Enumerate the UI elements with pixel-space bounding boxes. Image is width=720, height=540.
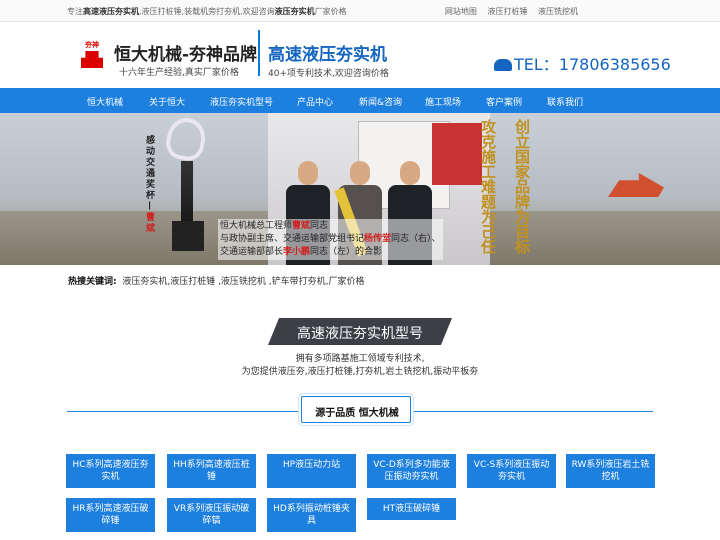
- caption-name-3: 李小鹏: [283, 247, 311, 257]
- trophy-icon: [163, 115, 209, 163]
- intro-bold-2: 液压夯实机: [274, 7, 315, 16]
- intro-mid: ,液压打桩锤,装载机旁打夯机,欢迎咨询: [139, 7, 275, 16]
- slogan-title: 高速液压夯实机: [268, 45, 387, 65]
- nav-home[interactable]: 恒大机械: [87, 95, 123, 108]
- section-desc-1: 拥有多项路基施工领域专利技术,: [295, 354, 425, 364]
- category-hd[interactable]: HD系列振动桩锤夹具: [267, 498, 356, 532]
- caption-line-1c: 同志: [310, 221, 329, 231]
- banner-red-panel: [432, 123, 482, 185]
- logo-icon: [81, 51, 103, 68]
- caption-line-2a: 与政协副主席、交通运输部党组书记: [220, 234, 365, 244]
- category-vr[interactable]: VR系列液压振动破碎镐: [167, 498, 256, 532]
- phone-icon: [494, 59, 512, 71]
- category-vcs[interactable]: VC-S系列液压振动夯实机: [467, 454, 556, 488]
- hot-keywords: 热搜关键词: 液压夯实机,液压打桩锤 ,液压铣挖机 ,铲车带打夯机,厂家价格: [68, 274, 365, 287]
- award-text-b: 曹斌: [144, 212, 154, 234]
- logo[interactable]: 夯神: [78, 40, 106, 68]
- top-intro: 专注高速液压夯实机,液压打桩锤,装载机旁打夯机,欢迎咨询液压夯实机厂家价格: [67, 6, 347, 17]
- nav-products[interactable]: 产品中心: [297, 95, 333, 108]
- section-description: 拥有多项路基施工领域专利技术, 为您提供液压夯,液压打桩锤,打夯机,岩土铣挖机,…: [200, 353, 520, 379]
- caption-name-2: 杨传堂: [364, 234, 392, 244]
- caption-line-3a: 交通运输部部长: [220, 247, 284, 257]
- award-text-a: 感动交通奖杯—: [144, 135, 154, 212]
- phone: TEL：17806385656: [494, 51, 671, 75]
- caption-line-3c: 同志（左）的合影: [310, 247, 383, 257]
- nav-news[interactable]: 新闻&咨询: [359, 95, 402, 108]
- phone-number: 17806385656: [558, 55, 671, 74]
- section-title: 高速液压夯实机型号: [297, 326, 423, 342]
- main-nav: 恒大机械 关于恒大 液压夯实机型号 产品中心 新闻&咨询 施工现场 客户案例 联…: [0, 88, 720, 113]
- hot-text[interactable]: 液压夯实机,液压打桩锤 ,液压铣挖机 ,铲车带打夯机,厂家价格: [122, 277, 364, 287]
- brand-subtitle: 十六年生产经验,真实厂家价格: [119, 68, 239, 78]
- hero-banner[interactable]: 感动交通奖杯—曹斌 恒大机械总工程师曹斌同志 与政协副主席、交通运输部党组书记杨…: [0, 113, 720, 265]
- top-links: 网站地图 液压打桩锤 液压铣挖机: [437, 6, 578, 17]
- header-divider: [258, 30, 260, 76]
- brand-title: 恒大机械-夯神品牌: [114, 45, 258, 65]
- category-vcd[interactable]: VC-D系列多功能液压振动夯实机: [367, 454, 456, 488]
- section-tag: 源于品质 恒大机械: [301, 396, 411, 423]
- trophy-base: [172, 221, 204, 251]
- category-rw[interactable]: RW系列液压岩土铣挖机: [566, 454, 655, 488]
- banner-caption: 恒大机械总工程师曹斌同志 与政协副主席、交通运输部党组书记杨传堂同志（右）、 交…: [218, 219, 443, 260]
- section-title-banner: 高速液压夯实机型号: [268, 318, 452, 345]
- category-hp[interactable]: HP液压动力站: [267, 454, 356, 488]
- nav-sites[interactable]: 施工现场: [425, 95, 461, 108]
- intro-bold-1: 高速液压夯实机: [83, 7, 139, 16]
- top-link-pile-hammer[interactable]: 液压打桩锤: [487, 7, 527, 16]
- section-desc-2: 为您提供液压夯,液压打桩锤,打夯机,岩土铣挖机,振动平板夯: [241, 367, 479, 377]
- category-hr[interactable]: HR系列高速液压破碎锤: [66, 498, 155, 532]
- top-bar: 专注高速液压夯实机,液压打桩锤,装载机旁打夯机,欢迎咨询液压夯实机厂家价格 网站…: [0, 0, 720, 22]
- top-link-milling[interactable]: 液压铣挖机: [538, 7, 578, 16]
- nav-cases[interactable]: 客户案例: [486, 95, 522, 108]
- category-hc[interactable]: HC系列高速液压夯实机: [66, 454, 155, 488]
- category-hh[interactable]: HH系列高速液压桩锤: [167, 454, 256, 488]
- intro-suffix: 厂家价格: [314, 7, 347, 16]
- excavator-icon: [608, 173, 664, 197]
- banner-slogan-left: 攻克施工难题为己任: [479, 119, 497, 254]
- nav-models[interactable]: 液压夯实机型号: [210, 95, 273, 108]
- intro-prefix: 专注: [67, 7, 83, 16]
- section-tag-text: 源于品质 恒大机械: [315, 408, 399, 419]
- logo-text: 夯神: [85, 41, 99, 49]
- caption-line-1a: 恒大机械总工程师: [220, 221, 293, 231]
- top-link-sitemap[interactable]: 网站地图: [445, 7, 477, 16]
- slogan-subtitle: 40+项专利技术,欢迎咨询价格: [268, 69, 389, 79]
- caption-line-2c: 同志（右）、: [391, 234, 441, 244]
- banner-slogan-right: 创立国家品牌为目标: [513, 119, 531, 254]
- caption-name-1: 曹斌: [292, 221, 311, 231]
- award-text: 感动交通奖杯—曹斌: [143, 135, 155, 234]
- hot-label: 热搜关键词:: [68, 277, 117, 287]
- nav-about[interactable]: 关于恒大: [149, 95, 185, 108]
- trophy-stem: [181, 161, 193, 221]
- phone-label: TEL：: [514, 55, 559, 74]
- category-ht[interactable]: HT液压破碎锤: [367, 498, 456, 520]
- nav-contact[interactable]: 联系我们: [547, 95, 583, 108]
